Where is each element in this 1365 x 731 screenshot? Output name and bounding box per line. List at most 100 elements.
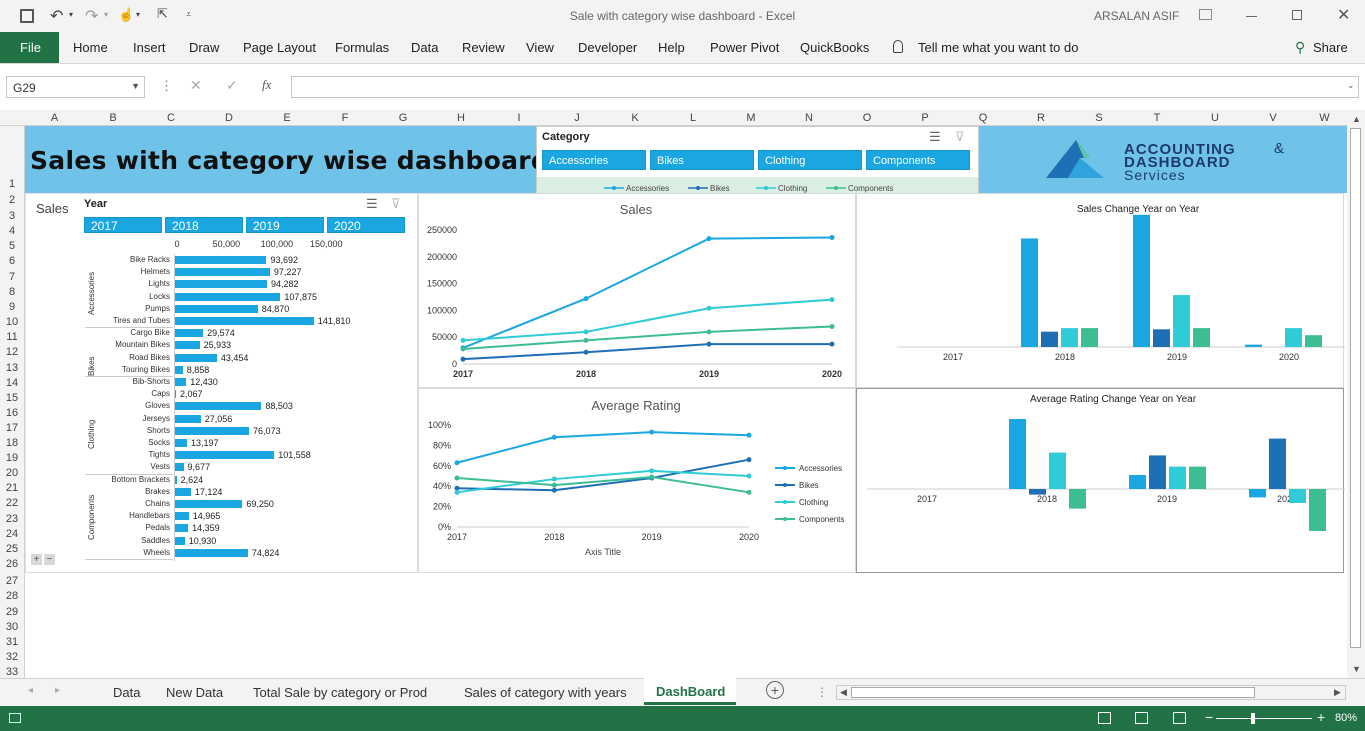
row-18[interactable]: 18 [0, 437, 24, 449]
restore-icon[interactable] [1292, 10, 1302, 20]
scroll-up-icon[interactable]: ▲ [1352, 114, 1361, 124]
tab-help[interactable]: Help [658, 40, 685, 55]
zoom-in-icon[interactable]: + [1317, 709, 1325, 725]
column-O[interactable]: O [838, 112, 896, 124]
tab-review[interactable]: Review [462, 40, 505, 55]
year-item-2020[interactable]: 2020 [327, 217, 405, 233]
year-clear-filter-icon[interactable]: ⊽ [391, 196, 401, 212]
confirm-entry-icon[interactable]: ✓ [226, 77, 238, 94]
year-item-2017[interactable]: 2017 [84, 217, 162, 233]
row-4[interactable]: 4 [0, 225, 24, 237]
column-Q[interactable]: Q [954, 112, 1012, 124]
column-G[interactable]: G [374, 112, 432, 124]
column-I[interactable]: I [490, 112, 548, 124]
column-E[interactable]: E [258, 112, 316, 124]
column-A[interactable]: A [25, 112, 84, 124]
vertical-scrollbar[interactable]: ▲ ▼ [1347, 112, 1365, 678]
tab-view[interactable]: View [526, 40, 554, 55]
slicer-item-components[interactable]: Components [866, 150, 970, 170]
row-3[interactable]: 3 [0, 210, 24, 222]
column-D[interactable]: D [200, 112, 258, 124]
year-item-2018[interactable]: 2018 [165, 217, 243, 233]
row-13[interactable]: 13 [0, 362, 24, 374]
year-slicer[interactable]: Year ☰ ⊽ 2017 2018 2019 2020 [82, 195, 412, 235]
year-multi-select-icon[interactable]: ☰ [366, 196, 378, 212]
row-15[interactable]: 15 [0, 392, 24, 404]
add-sheet-icon[interactable]: + [766, 681, 784, 699]
sheet-tab-total-sale[interactable]: Total Sale by category or Prod [253, 685, 427, 700]
column-R[interactable]: R [1012, 112, 1070, 124]
tab-draw[interactable]: Draw [189, 40, 219, 55]
column-C[interactable]: C [142, 112, 200, 124]
column-F[interactable]: F [316, 112, 374, 124]
row-2[interactable]: 2 [0, 194, 24, 206]
sheet-area[interactable]: Sales with category wise dashboard Categ… [25, 126, 1347, 678]
row-12[interactable]: 12 [0, 346, 24, 358]
row-20[interactable]: 20 [0, 467, 24, 479]
sheet-tab-sales-years[interactable]: Sales of category with years [464, 685, 627, 700]
row-14[interactable]: 14 [0, 377, 24, 389]
multi-select-icon[interactable]: ☰ [929, 129, 941, 145]
vertical-scroll-thumb[interactable] [1350, 128, 1361, 648]
share-icon[interactable]: ⚲ [1295, 39, 1305, 56]
tell-me-search[interactable]: Tell me what you want to do [918, 40, 1078, 55]
tab-data[interactable]: Data [411, 40, 438, 55]
tab-formulas[interactable]: Formulas [335, 40, 389, 55]
row-10[interactable]: 10 [0, 316, 24, 328]
close-icon[interactable]: ✕ [1337, 5, 1350, 25]
zoom-level[interactable]: 80% [1335, 712, 1357, 724]
chevron-down-icon[interactable]: ▼ [131, 81, 140, 91]
tab-page-layout[interactable]: Page Layout [243, 40, 316, 55]
row-8[interactable]: 8 [0, 286, 24, 298]
clear-filter-icon[interactable]: ⊽ [955, 129, 965, 145]
zoom-slider-thumb[interactable] [1251, 713, 1255, 724]
row-16[interactable]: 16 [0, 407, 24, 419]
insert-function-icon[interactable]: fx [262, 77, 271, 93]
row-31[interactable]: 31 [0, 636, 24, 648]
slicer-item-accessories[interactable]: Accessories [542, 150, 646, 170]
tab-developer[interactable]: Developer [578, 40, 637, 55]
column-W[interactable]: W [1302, 112, 1347, 124]
normal-view-icon[interactable] [1098, 712, 1111, 724]
column-T[interactable]: T [1128, 112, 1186, 124]
row-24[interactable]: 24 [0, 528, 24, 540]
row-7[interactable]: 7 [0, 271, 24, 283]
user-name[interactable]: ARSALAN ASIF [1094, 9, 1179, 23]
tab-options-icon[interactable]: ⋮ [816, 685, 828, 699]
column-P[interactable]: P [896, 112, 954, 124]
row-28[interactable]: 28 [0, 590, 24, 602]
column-N[interactable]: N [780, 112, 838, 124]
zoom-slider[interactable] [1216, 718, 1312, 719]
sheet-tab-new-data[interactable]: New Data [166, 685, 223, 700]
tab-insert[interactable]: Insert [133, 40, 166, 55]
name-box[interactable]: G29 ▼ [6, 76, 145, 98]
row-33[interactable]: 33 [0, 666, 24, 678]
horizontal-scrollbar[interactable]: ◀ ▶ [836, 685, 1346, 700]
sheet-tab-data[interactable]: Data [113, 685, 140, 700]
row-11[interactable]: 11 [0, 331, 24, 343]
column-S[interactable]: S [1070, 112, 1128, 124]
tab-scroll-right-icon[interactable]: ▸ [55, 685, 60, 696]
tab-home[interactable]: Home [73, 40, 108, 55]
hscroll-right-icon[interactable]: ▶ [1334, 687, 1341, 698]
row-32[interactable]: 32 [0, 651, 24, 663]
row-22[interactable]: 22 [0, 497, 24, 509]
column-H[interactable]: H [432, 112, 490, 124]
row-19[interactable]: 19 [0, 452, 24, 464]
row-27[interactable]: 27 [0, 575, 24, 587]
expand-formula-icon[interactable]: ⌄ [1347, 80, 1355, 91]
row-6[interactable]: 6 [0, 255, 24, 267]
row-23[interactable]: 23 [0, 513, 24, 525]
tab-scroll-left-icon[interactable]: ◂ [28, 685, 33, 696]
more-options-icon[interactable]: ⋮ [160, 78, 173, 94]
row-26[interactable]: 26 [0, 558, 24, 570]
row-21[interactable]: 21 [0, 482, 24, 494]
row-25[interactable]: 25 [0, 543, 24, 555]
column-M[interactable]: M [722, 112, 780, 124]
share-button[interactable]: Share [1313, 40, 1348, 55]
row-30[interactable]: 30 [0, 621, 24, 633]
row-29[interactable]: 29 [0, 606, 24, 618]
sheet-tab-dashboard-active[interactable]: DashBoard [644, 678, 736, 705]
minimize-icon[interactable] [1246, 16, 1257, 17]
page-break-view-icon[interactable] [1173, 712, 1186, 724]
